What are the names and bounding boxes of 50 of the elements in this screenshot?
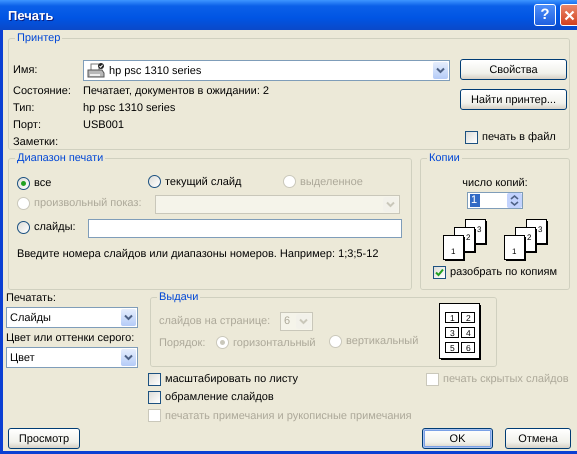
window-title: Печать (8, 8, 54, 22)
field-label: слайдов на странице: (159, 314, 270, 328)
collate-checkbox[interactable]: разобрать по копиям (432, 265, 558, 279)
ok-button[interactable]: OK (422, 428, 493, 449)
field-label: Тип: (13, 100, 36, 114)
print-to-file-checkbox[interactable]: печать в файл (465, 130, 556, 144)
printer-icon (87, 62, 105, 78)
collated-pages-drawing: 3 2 1 (442, 218, 488, 262)
slides-input-field[interactable] (88, 219, 402, 238)
group-title: Выдачи (157, 290, 200, 304)
field-value: Печатает, документов в ожидании: 2 (83, 84, 270, 98)
find-printer-button[interactable]: Найти принтер... (460, 89, 567, 110)
properties-button[interactable]: Свойства (460, 59, 567, 80)
field-label: Порт: (13, 118, 42, 132)
chevron-down-icon (124, 354, 133, 361)
option-checkbox[interactable]: обрамление слайдов (148, 390, 274, 404)
range-radio[interactable]: все (17, 176, 52, 190)
checkmark-icon (434, 268, 444, 276)
field-label: Заметки: (13, 134, 60, 148)
print-what-dropdown[interactable]: Слайды (6, 307, 138, 328)
close-icon (564, 10, 575, 20)
color-mode-dropdown[interactable]: Цвет (6, 347, 138, 368)
collated-pages-drawing: 3 2 1 (502, 218, 548, 262)
chevron-down-icon (436, 67, 445, 74)
range-hint-text: Введите номера слайдов или диапазоны номеров. Например: 1;3;5-12 (17, 247, 380, 261)
field-label: Печатать: (6, 291, 57, 305)
copies-count-label: число копий: (462, 176, 528, 190)
field-value: USB001 (83, 118, 125, 132)
chevron-down-icon (124, 314, 133, 321)
range-radio[interactable]: слайды: (17, 220, 76, 234)
printer-dropdown[interactable]: hp psc 1310 series (83, 60, 450, 81)
field-label: Порядок: (159, 336, 206, 350)
option-checkbox[interactable]: масштабировать по листу (148, 372, 298, 386)
preview-button[interactable]: Просмотр (8, 428, 80, 449)
field-value: hp psc 1310 series (83, 100, 176, 114)
spin-arrows-icon (507, 193, 522, 208)
chevron-down-icon (386, 201, 395, 208)
chevron-down-icon (299, 318, 308, 324)
handout-layout-drawing: 1 2 3 4 5 6 (439, 303, 482, 361)
copies-count-spinner[interactable]: 1 (467, 192, 523, 209)
custom-show-dropdown[interactable] (155, 195, 400, 214)
close-button[interactable] (560, 4, 577, 26)
group-title: Диапазон печати (15, 151, 106, 165)
field-label: Состояние: (13, 84, 72, 98)
group-title: Принтер (15, 31, 62, 45)
field-label: Имя: (13, 63, 38, 77)
cancel-button[interactable]: Отмена (505, 428, 571, 449)
help-button[interactable]: ? (534, 4, 556, 26)
range-radio[interactable]: текущий слайд (148, 174, 242, 189)
field-label: Цвет или оттенки серого: (6, 331, 136, 345)
